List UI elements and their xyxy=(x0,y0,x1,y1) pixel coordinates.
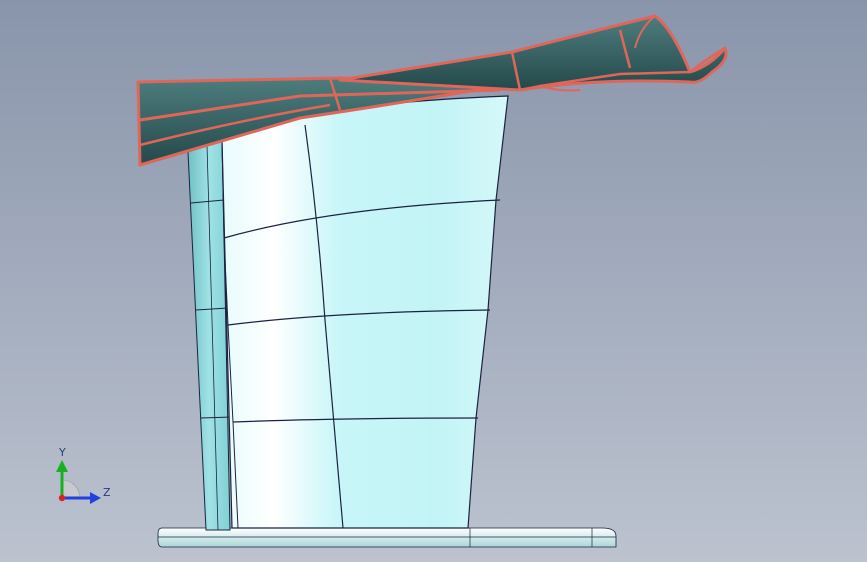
3d-viewport[interactable]: Y Z xyxy=(0,0,867,562)
model-canvas[interactable]: Y Z xyxy=(0,0,867,562)
y-axis-label: Y xyxy=(58,446,66,459)
x-axis-dot-icon xyxy=(58,494,66,502)
tower-front-face[interactable] xyxy=(221,95,509,529)
z-axis-label: Z xyxy=(103,486,111,499)
base-plate[interactable] xyxy=(157,527,617,548)
